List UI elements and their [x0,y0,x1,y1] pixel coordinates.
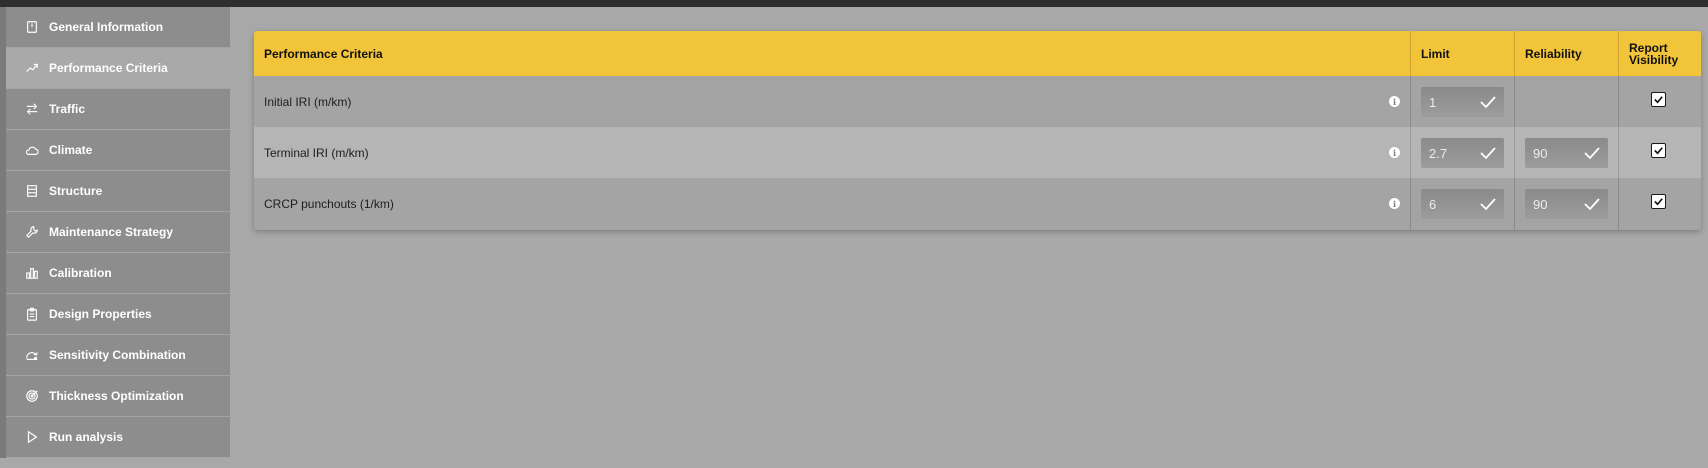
sidebar-item-design-properties[interactable]: Design Properties [6,294,230,335]
header-criteria: Performance Criteria [264,46,383,61]
sidebar-nav: General Information Performance Criteria… [0,7,230,458]
sidebar-item-label: Performance Criteria [49,61,168,75]
layers-icon [24,183,40,199]
check-icon[interactable] [1479,196,1497,212]
sidebar-item-thickness-optimization[interactable]: Thickness Optimization [6,376,230,417]
trending-up-icon [24,60,40,76]
sidebar-item-label: General Information [49,20,164,34]
limit-value: 1 [1429,94,1437,110]
sidebar-item-label: Traffic [49,102,86,116]
sidebar-item-calibration[interactable]: Calibration [6,253,230,294]
bar-chart-icon [24,265,40,281]
column-divider [1514,31,1515,230]
row-label: Terminal IRI (m/km) [264,145,369,160]
play-icon [24,429,40,445]
header-limit: Limit [1421,46,1450,61]
limit-input[interactable]: 1 [1421,87,1504,117]
performance-criteria-table: Performance Criteria Limit Reliability R… [254,31,1701,230]
book-icon [24,19,40,35]
sidebar-item-label: Run analysis [49,430,124,444]
sidebar-item-label: Design Properties [49,307,152,321]
sidebar-item-label: Sensitivity Combination [49,348,186,362]
reliability-value: 90 [1533,196,1548,212]
table-header: Performance Criteria Limit Reliability R… [254,31,1701,76]
sidebar-item-performance-criteria[interactable]: Performance Criteria [6,48,230,89]
check-icon[interactable] [1583,145,1601,161]
swap-arrows-icon [24,101,40,117]
header-report-line1: Report [1629,40,1668,55]
reliability-value: 90 [1533,145,1548,161]
sidebar-item-label: Climate [49,143,93,157]
sidebar-item-climate[interactable]: Climate [6,130,230,171]
report-visibility-checkbox[interactable] [1651,143,1666,158]
check-icon[interactable] [1479,94,1497,110]
header-reliability: Reliability [1525,46,1582,61]
wrench-icon [24,224,40,240]
checkmark-icon [1654,198,1663,206]
sidebar-item-run-analysis[interactable]: Run analysis [6,417,230,458]
reliability-input[interactable]: 90 [1525,138,1608,168]
checkmark-icon [1654,96,1663,104]
column-divider [1410,31,1411,230]
row-label: Initial IRI (m/km) [264,94,352,109]
info-icon[interactable]: i [1389,147,1400,158]
sidebar-item-general-information[interactable]: General Information [6,7,230,48]
limit-input[interactable]: 6 [1421,189,1504,219]
target-icon [24,388,40,404]
sidebar-item-traffic[interactable]: Traffic [6,89,230,130]
cloud-sun-icon [24,142,40,158]
table-row: Terminal IRI (m/km) i 2.7 90 [254,127,1701,178]
sidebar-item-label: Thickness Optimization [49,389,184,403]
check-icon[interactable] [1479,145,1497,161]
column-divider [1618,31,1619,230]
limit-value: 6 [1429,196,1437,212]
reliability-input[interactable]: 90 [1525,189,1608,219]
info-icon[interactable]: i [1389,198,1400,209]
sidebar-item-label: Maintenance Strategy [49,225,174,239]
header-report-line2: Visibility [1629,52,1679,67]
sidebar-item-maintenance-strategy[interactable]: Maintenance Strategy [6,212,230,253]
info-icon[interactable]: i [1389,96,1400,107]
report-visibility-checkbox[interactable] [1651,194,1666,209]
report-visibility-checkbox[interactable] [1651,92,1666,107]
limit-value: 2.7 [1429,145,1448,161]
table-row: CRCP punchouts (1/km) i 6 90 [254,178,1701,229]
sidebar-item-structure[interactable]: Structure [6,171,230,212]
top-bar [0,0,1708,7]
checkmark-icon [1654,147,1663,155]
check-icon[interactable] [1583,196,1601,212]
sensitivity-icon [24,347,40,363]
table-row: Initial IRI (m/km) i 1 [254,76,1701,127]
sidebar-item-label: Calibration [49,266,112,280]
sidebar-item-label: Structure [49,184,103,198]
limit-input[interactable]: 2.7 [1421,138,1504,168]
clipboard-icon [24,306,40,322]
row-label: CRCP punchouts (1/km) [264,196,394,211]
header-report-visibility: Report Visibility [1619,31,1678,76]
sidebar-item-sensitivity-combination[interactable]: Sensitivity Combination [6,335,230,376]
